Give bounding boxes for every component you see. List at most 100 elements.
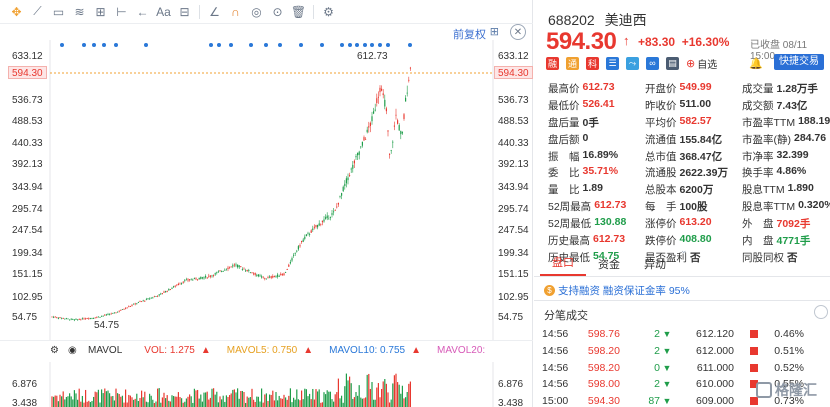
volume-bar xyxy=(85,389,87,407)
price-tag-tool-icon[interactable]: ⊟ xyxy=(174,3,195,21)
candle-body xyxy=(203,277,205,279)
volume-bar xyxy=(126,402,128,407)
share-icon[interactable]: ⤳ xyxy=(626,56,639,70)
candle-body xyxy=(350,168,352,170)
volume-bar xyxy=(264,394,266,407)
volume-bar xyxy=(139,397,141,407)
tab-order-book[interactable]: 盘口 xyxy=(540,254,586,276)
wave-tool-icon[interactable]: ≋ xyxy=(69,3,90,21)
star-market-icon[interactable]: 科 xyxy=(586,56,599,70)
bell-icon[interactable]: 🔔 xyxy=(749,57,763,70)
candle-body xyxy=(270,276,272,278)
volume-bar xyxy=(70,396,72,407)
stat-value: 7.43亿 xyxy=(776,99,808,112)
volume-bar xyxy=(64,399,66,407)
stock-connect-icon[interactable]: 通 xyxy=(566,56,579,70)
volume-bar xyxy=(379,397,381,407)
volume-bar xyxy=(299,400,301,407)
rectangle-tool-icon[interactable]: ▭ xyxy=(48,3,69,21)
candle-body xyxy=(190,279,192,281)
candle-body xyxy=(381,88,383,91)
note-icon[interactable]: ▤ xyxy=(666,56,679,70)
volume-bar xyxy=(219,396,221,407)
last-price: 594.30 xyxy=(546,28,617,55)
volume-bar xyxy=(136,393,138,407)
candle-body xyxy=(144,300,146,302)
candle-body xyxy=(385,108,387,112)
event-marker xyxy=(299,43,303,47)
stat-cell: 盘后额 0 xyxy=(548,132,645,147)
margin-icon[interactable]: 融 xyxy=(546,56,559,70)
y-axis-label: 440.33 xyxy=(12,138,43,149)
collapse-chevron-icon[interactable]: ⌄ xyxy=(680,245,688,256)
candle-body xyxy=(379,87,381,93)
draw-line-icon[interactable]: ∠ xyxy=(204,3,225,21)
stat-value: 7092手 xyxy=(776,218,811,231)
lock-icon[interactable]: ⊙ xyxy=(267,3,288,21)
candle-body xyxy=(339,195,341,197)
volume-chart[interactable] xyxy=(0,362,533,407)
tab-capital[interactable]: 资金 xyxy=(586,256,632,276)
candle-body xyxy=(213,274,215,276)
up-arrow-icon: ↑ xyxy=(623,33,630,48)
close-icon[interactable]: ✕ xyxy=(510,24,526,40)
eye-icon[interactable]: ◎ xyxy=(246,3,267,21)
volume-bar xyxy=(166,395,168,407)
candle-body xyxy=(125,307,127,309)
ticks-close-icon[interactable] xyxy=(814,305,828,319)
trend-line-tool-icon[interactable]: ⟋ xyxy=(27,3,48,21)
volume-bar xyxy=(105,391,107,407)
candle-body xyxy=(261,276,263,278)
settings-icon[interactable]: ⚙ xyxy=(318,3,339,21)
magnet-icon[interactable]: ∩ xyxy=(225,3,246,21)
candle-body xyxy=(80,319,82,321)
volume-bar xyxy=(89,402,91,407)
quote-panel: 688202 美迪西 594.30 ↑ +83.30 +16.30% 已收盘 0… xyxy=(534,0,830,407)
candle-body xyxy=(89,318,91,319)
fibonacci-tool-icon[interactable]: ⊞ xyxy=(90,3,111,21)
range-tool-icon[interactable]: ⊢ xyxy=(111,3,132,21)
kline-panel: ✥ ⟋ ▭ ≋ ⊞ ⊢ ← Aa ⊟ ∠ ∩ ◎ ⊙ 🗑 ⚙ 前复权 ⊞ ✕ 6… xyxy=(0,0,533,407)
candle-body xyxy=(267,277,269,278)
candle-body xyxy=(269,276,271,278)
event-marker xyxy=(378,43,382,47)
volume-bar xyxy=(349,376,351,407)
tab-alerts[interactable]: 异动 xyxy=(632,256,678,276)
arrow-tool-icon[interactable]: ← xyxy=(132,3,153,21)
indicator-name[interactable]: MAVOL xyxy=(88,345,122,356)
y-axis-label: 54.75 xyxy=(498,312,524,323)
candle-body xyxy=(109,314,111,316)
volume-bar xyxy=(205,392,207,407)
trash-icon[interactable]: 🗑 xyxy=(288,3,309,21)
volume-bar xyxy=(86,401,88,407)
quick-trade-button[interactable]: 快捷交易 xyxy=(774,54,824,70)
add-favorite-button[interactable]: 自选 xyxy=(697,56,717,71)
candle-body xyxy=(384,99,386,107)
candle-body xyxy=(325,217,327,219)
candle-body xyxy=(176,284,178,286)
candlestick-chart[interactable] xyxy=(0,40,533,340)
candle-body xyxy=(61,317,63,319)
chat-icon[interactable]: ☰ xyxy=(606,56,619,70)
candle-body xyxy=(256,274,258,276)
volume-bar xyxy=(201,401,203,407)
plus-icon[interactable]: ⊕ xyxy=(686,57,695,70)
volume-settings-icon[interactable]: ⚙ xyxy=(50,345,59,356)
link-icon[interactable]: ∞ xyxy=(646,56,659,70)
volume-eye-icon[interactable]: ◉ xyxy=(68,345,77,356)
candle-body xyxy=(363,137,365,141)
crosshair-tool-icon[interactable]: ✥ xyxy=(6,3,27,21)
y-axis-label: 633.12 xyxy=(12,51,43,62)
event-marker xyxy=(144,43,148,47)
stat-cell: 最低价 526.41 xyxy=(548,98,645,113)
candle-body xyxy=(365,138,367,140)
text-tool[interactable]: Aa xyxy=(153,3,174,21)
volume-bar xyxy=(59,394,61,407)
candle-body xyxy=(187,279,189,281)
candle-body xyxy=(171,288,173,289)
stat-label: 委 比 xyxy=(548,167,580,180)
tick-time: 14:56 xyxy=(542,328,569,341)
volume-bar xyxy=(360,397,362,407)
volume-bar xyxy=(301,390,303,407)
adjust-settings-icon[interactable]: ⊞ xyxy=(490,25,499,38)
